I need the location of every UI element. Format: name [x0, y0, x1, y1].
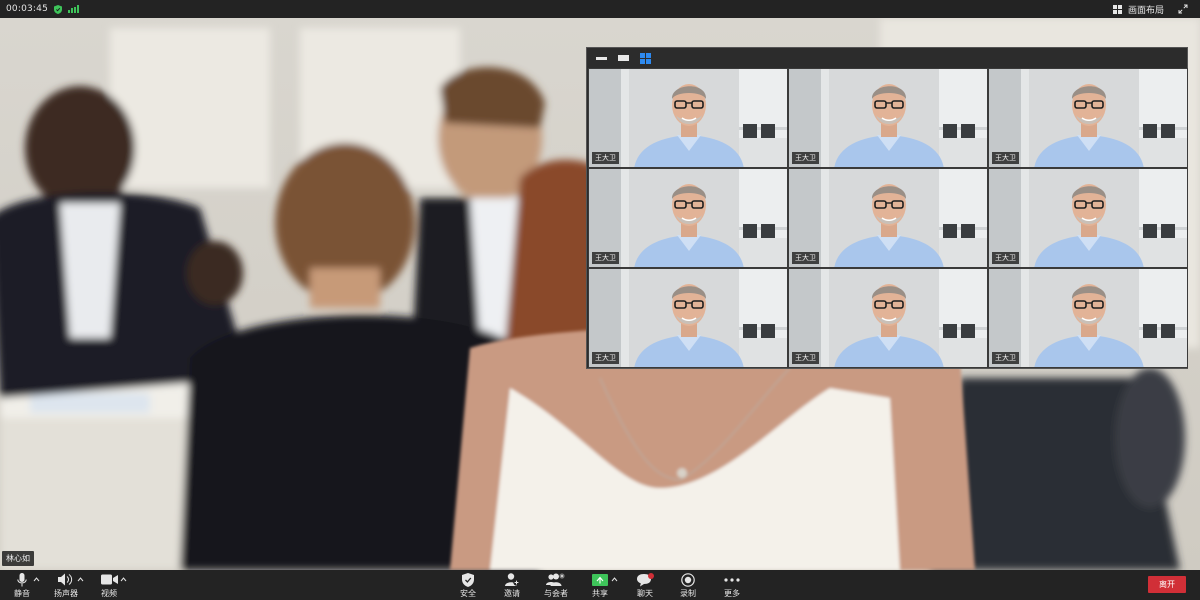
participant-tile[interactable]: 王大卫	[788, 168, 988, 268]
participants-button[interactable]: 与会者	[541, 570, 571, 600]
record-button[interactable]: 录制	[674, 570, 702, 600]
chevron-up-icon[interactable]	[120, 576, 127, 583]
layout-button[interactable]: 画面布局	[1112, 3, 1164, 16]
chat-label: 聊天	[637, 588, 653, 598]
speaker-icon	[58, 573, 73, 586]
security-button[interactable]: 安全	[455, 570, 481, 600]
participant-tile[interactable]: 王大卫	[988, 268, 1188, 368]
participant-grid: 王大卫 王大卫 王大卫 王大卫 王大卫 王大卫 王大卫 王大卫 王大卫	[588, 68, 1188, 368]
speaker-label: 扬声器	[54, 588, 78, 598]
shield-icon[interactable]	[54, 4, 63, 14]
grid-layout-icon	[1112, 4, 1122, 14]
participants-label: 与会者	[544, 588, 568, 598]
more-dots-icon	[724, 577, 740, 582]
gallery-panel[interactable]: 王大卫 王大卫 王大卫 王大卫 王大卫 王大卫 王大卫 王大卫 王大卫	[586, 47, 1188, 369]
participant-name: 王大卫	[792, 152, 819, 164]
self-name-tag: 林心如	[2, 551, 34, 566]
participant-tile[interactable]: 王大卫	[588, 268, 788, 368]
participant-name: 王大卫	[592, 352, 619, 364]
chat-bubble-icon	[637, 572, 654, 586]
speaker-strip-view-button[interactable]	[595, 52, 607, 64]
chat-button[interactable]: 聊天	[631, 570, 659, 600]
meeting-timer: 00:03:45	[6, 4, 49, 14]
layout-label: 画面布局	[1127, 5, 1164, 16]
gallery-grid-icon	[639, 52, 651, 64]
participant-tile[interactable]: 王大卫	[988, 68, 1188, 168]
participant-name: 王大卫	[792, 352, 819, 364]
video-label: 视频	[101, 588, 117, 598]
participant-name: 王大卫	[992, 152, 1019, 164]
signal-strength-icon[interactable]	[68, 5, 80, 13]
participant-tile[interactable]: 王大卫	[588, 168, 788, 268]
fullscreen-icon[interactable]	[1178, 4, 1188, 14]
microphone-icon	[17, 572, 27, 586]
minimize-view-icon	[595, 56, 607, 60]
add-user-icon	[504, 573, 520, 586]
participant-name: 王大卫	[592, 152, 619, 164]
chevron-up-icon[interactable]	[33, 576, 40, 583]
top-status-bar: 00:03:45 画面布局	[0, 0, 1200, 18]
participants-icon	[546, 573, 565, 586]
single-view-icon	[617, 55, 629, 61]
mute-button[interactable]: 静音	[8, 570, 36, 600]
participant-tile[interactable]: 王大卫	[788, 268, 988, 368]
video-camera-icon	[100, 574, 118, 585]
invite-label: 邀请	[504, 588, 520, 598]
participant-name: 王大卫	[592, 252, 619, 264]
participant-tile[interactable]: 王大卫	[588, 68, 788, 168]
chevron-up-icon[interactable]	[611, 576, 618, 583]
security-label: 安全	[460, 588, 476, 598]
share-screen-icon	[592, 573, 608, 586]
speaker-view-button[interactable]	[617, 52, 629, 64]
participant-name: 王大卫	[992, 352, 1019, 364]
chevron-up-icon[interactable]	[77, 576, 84, 583]
leave-button[interactable]: 离开	[1148, 576, 1186, 593]
bottom-toolbar: 静音 扬声器 视频 安全 邀请 与会者 共享 聊天 录制 更多 离开	[0, 570, 1200, 600]
record-icon	[681, 572, 695, 587]
record-label: 录制	[680, 588, 696, 598]
participant-name: 王大卫	[792, 252, 819, 264]
shield-check-icon	[462, 572, 474, 587]
participant-name: 王大卫	[992, 252, 1019, 264]
meeting-window: 00:03:45 画面布局 林心如 王大卫 王大卫 王大卫 王大卫 王大卫 王大…	[0, 0, 1200, 600]
more-button[interactable]: 更多	[718, 570, 746, 600]
share-label: 共享	[592, 588, 608, 598]
participant-tile[interactable]: 王大卫	[788, 68, 988, 168]
speaker-button[interactable]: 扬声器	[52, 570, 80, 600]
participant-tile[interactable]: 王大卫	[988, 168, 1188, 268]
invite-button[interactable]: 邀请	[498, 570, 526, 600]
gallery-toolbar	[587, 48, 1187, 68]
video-button[interactable]: 视频	[96, 570, 122, 600]
mute-label: 静音	[14, 588, 30, 598]
more-label: 更多	[724, 588, 740, 598]
share-button[interactable]: 共享	[586, 570, 614, 600]
gallery-view-button[interactable]	[639, 52, 651, 64]
